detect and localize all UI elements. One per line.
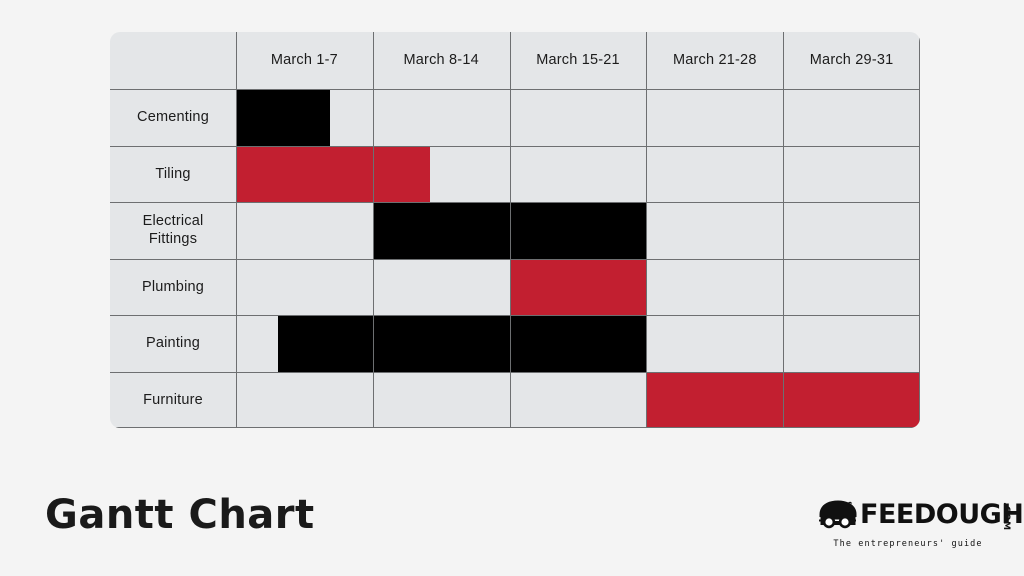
brand-domain: .COM — [1000, 502, 1011, 531]
page-title: Gantt Chart — [45, 492, 315, 538]
feedough-logo: FEEDOUGH .COM The entrepreneurs' guide — [818, 500, 1024, 549]
column-header-5: March 29-31 — [809, 52, 894, 68]
feedough-face-icon — [818, 500, 858, 538]
column-header-1: March 1-7 — [270, 52, 338, 68]
task-label-tiling: Tiling — [155, 165, 191, 182]
task-label-cementing: Cementing — [137, 109, 209, 126]
gantt-labels-layer: March 1-7 March 8-14 March 15-21 March 21-2… — [110, 32, 920, 428]
column-header-2: March 8-14 — [403, 52, 479, 68]
task-label-painting: Painting — [146, 335, 200, 352]
task-label-furniture: Furniture — [143, 391, 203, 408]
column-header-3: March 15-21 — [536, 52, 620, 68]
gantt-chart-table: March 1-7 March 8-14 March 15-21 March 21-2… — [110, 32, 920, 428]
task-label-plumbing: Plumbing — [141, 278, 205, 295]
task-label-electrical-fittings: Electrical Fittings — [142, 213, 204, 248]
brand-tagline: The entrepreneurs' guide — [833, 539, 983, 549]
column-header-4: March 21-28 — [672, 52, 757, 68]
brand-name: FEEDOUGH — [860, 499, 1024, 530]
